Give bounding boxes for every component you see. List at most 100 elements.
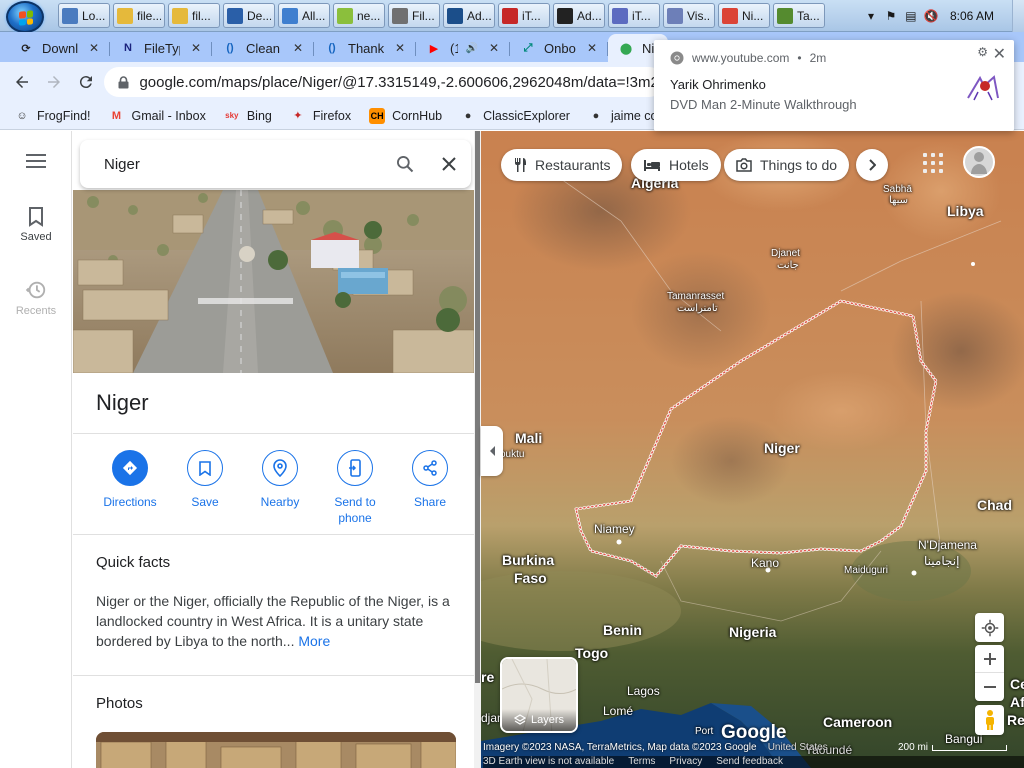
taskbar-button[interactable]: Lo... xyxy=(58,3,110,28)
taskbar-button[interactable]: ne... xyxy=(333,3,385,28)
privacy-link[interactable]: Privacy xyxy=(669,756,702,768)
taskbar-button[interactable]: Ad... xyxy=(443,3,495,28)
browser-tab[interactable]: () Clean ✕ xyxy=(212,34,312,62)
save-button[interactable]: Save xyxy=(170,450,240,526)
taskbar-button[interactable]: Ta... xyxy=(773,3,825,28)
taskbar-button[interactable]: Ad... xyxy=(553,3,605,28)
region-label[interactable]: United States xyxy=(768,742,828,753)
map-label-tamanrasset[interactable]: Tamanrasset xyxy=(667,291,724,302)
map-label-burkina[interactable]: Burkina xyxy=(502,552,554,568)
directions-button[interactable]: Directions xyxy=(95,450,165,526)
volume-muted-icon[interactable]: 🔇 xyxy=(924,9,939,23)
layers-button[interactable]: Layers xyxy=(500,657,578,733)
lock-icon[interactable] xyxy=(118,75,129,89)
recents-button[interactable]: Recents xyxy=(0,279,72,317)
gear-icon[interactable]: ⚙ xyxy=(977,45,988,59)
terms-link[interactable]: Terms xyxy=(628,756,655,768)
taskbar-button[interactable]: fil... xyxy=(168,3,220,28)
map-label-sabha[interactable]: Sabhā xyxy=(883,184,912,195)
close-tab-icon[interactable]: ✕ xyxy=(486,41,502,55)
map-label-libya[interactable]: Libya xyxy=(947,203,984,219)
map-label-niamey[interactable]: Niamey xyxy=(594,522,635,536)
show-desktop-button[interactable] xyxy=(1012,0,1024,32)
street-view-pegman-button[interactable] xyxy=(975,705,1004,735)
speaker-icon[interactable]: 🔊 xyxy=(466,43,478,54)
nearby-button[interactable]: Nearby xyxy=(245,450,315,526)
map-label-lome[interactable]: Lomé xyxy=(603,704,633,718)
web-notification[interactable]: www.youtube.com • 2m ⚙ ✕ Yarik Ohrimenko… xyxy=(654,40,1014,131)
clock[interactable]: 8:06 AM xyxy=(950,9,994,23)
close-icon[interactable] xyxy=(427,140,471,188)
browser-tab[interactable]: ⟳ Downl ✕ xyxy=(8,34,108,62)
bookmark-item[interactable]: ✦ Firefox xyxy=(290,108,351,124)
map-label-tombouctou[interactable]: ouktu xyxy=(500,449,524,460)
close-icon[interactable]: ✕ xyxy=(993,44,1006,64)
photo-thumbnail[interactable] xyxy=(96,732,456,768)
send-to-phone-button[interactable]: Send to phone xyxy=(320,450,390,526)
browser-tab[interactable]: () Thank ✕ xyxy=(314,34,414,62)
account-avatar[interactable] xyxy=(963,146,995,178)
close-tab-icon[interactable]: ✕ xyxy=(86,41,102,55)
bookmark-item[interactable]: sky Bing xyxy=(224,108,272,124)
panel-scrollbar[interactable] xyxy=(474,131,481,768)
address-bar[interactable]: google.com/maps/place/Niger/@17.3315149,… xyxy=(104,67,664,97)
bookmark-item[interactable]: M Gmail - Inbox xyxy=(109,108,206,124)
search-icon[interactable] xyxy=(383,140,427,188)
map-label-benin[interactable]: Benin xyxy=(603,622,642,638)
close-tab-icon[interactable]: ✕ xyxy=(290,41,306,55)
start-button[interactable] xyxy=(6,1,44,33)
search-box[interactable]: Niger xyxy=(80,140,471,188)
taskbar-button[interactable]: All... xyxy=(278,3,330,28)
map-label-port[interactable]: Port xyxy=(695,726,713,737)
map-label-car-2[interactable]: Af xyxy=(1010,694,1024,710)
map-label-ndjamena[interactable]: N'Djamena xyxy=(918,538,977,552)
saved-button[interactable]: Saved xyxy=(0,207,72,243)
map-canvas[interactable]: Algeria Libya Sabhā سبها Djanet جانت Tam… xyxy=(481,131,1024,768)
scrollbar-thumb[interactable] xyxy=(475,131,480,683)
map-label-mali[interactable]: Mali xyxy=(515,430,542,446)
things-to-do-chip[interactable]: Things to do xyxy=(724,149,850,181)
browser-tab[interactable]: ⤢ Onboa ✕ xyxy=(510,34,606,62)
map-label-car-3[interactable]: Re xyxy=(1007,712,1024,728)
map-label-car-1[interactable]: Ce xyxy=(1010,676,1024,692)
map-label-nigeria[interactable]: Nigeria xyxy=(729,624,776,640)
back-icon[interactable] xyxy=(10,70,34,94)
map-label-togo[interactable]: Togo xyxy=(575,645,608,661)
taskbar-button[interactable]: De... xyxy=(223,3,275,28)
send-feedback-link[interactable]: Send feedback xyxy=(716,756,783,768)
browser-tab[interactable]: N FileTyp ✕ xyxy=(110,34,210,62)
share-button[interactable]: Share xyxy=(395,450,465,526)
map-label-kano[interactable]: Kano xyxy=(751,556,779,570)
scale-bar[interactable]: 200 mi xyxy=(898,742,1008,753)
close-tab-icon[interactable]: ✕ xyxy=(188,41,204,55)
map-label-ivory-coast[interactable]: re xyxy=(481,669,494,685)
restaurants-chip[interactable]: Restaurants xyxy=(501,149,623,181)
close-tab-icon[interactable]: ✕ xyxy=(584,41,600,55)
my-location-button[interactable] xyxy=(975,613,1004,642)
hotels-chip[interactable]: Hotels xyxy=(631,149,721,181)
map-label-chad[interactable]: Chad xyxy=(977,497,1012,513)
taskbar-button[interactable]: file... xyxy=(113,3,165,28)
chips-next-button[interactable] xyxy=(856,149,888,181)
map-label-lagos[interactable]: Lagos xyxy=(627,684,660,698)
network-icon[interactable]: ▤ xyxy=(904,9,918,23)
bookmark-item[interactable]: ● ClassicExplorer xyxy=(460,108,570,124)
search-input[interactable]: Niger xyxy=(104,156,383,173)
zoom-in-button[interactable] xyxy=(975,645,1004,673)
google-apps-icon[interactable] xyxy=(923,153,943,173)
reload-icon[interactable] xyxy=(74,70,98,94)
zoom-out-button[interactable] xyxy=(975,673,1004,701)
browser-tab[interactable]: ▶ (1) 🔊 ✕ xyxy=(416,34,508,62)
menu-button[interactable] xyxy=(0,153,72,169)
bookmark-item[interactable]: ☺ FrogFind! xyxy=(14,108,90,124)
place-hero-photo[interactable] xyxy=(73,190,474,373)
more-link[interactable]: More xyxy=(298,633,330,649)
flag-icon[interactable]: ⚑ xyxy=(884,9,898,23)
taskbar-button[interactable]: Fil... xyxy=(388,3,440,28)
taskbar-button[interactable]: Vis... xyxy=(663,3,715,28)
forward-icon[interactable] xyxy=(42,70,66,94)
map-label-maiduguri[interactable]: Maiduguri xyxy=(844,565,888,576)
map-label-cameroon[interactable]: Cameroon xyxy=(823,714,892,730)
close-tab-icon[interactable]: ✕ xyxy=(392,41,408,55)
taskbar-button[interactable]: iT... xyxy=(608,3,660,28)
